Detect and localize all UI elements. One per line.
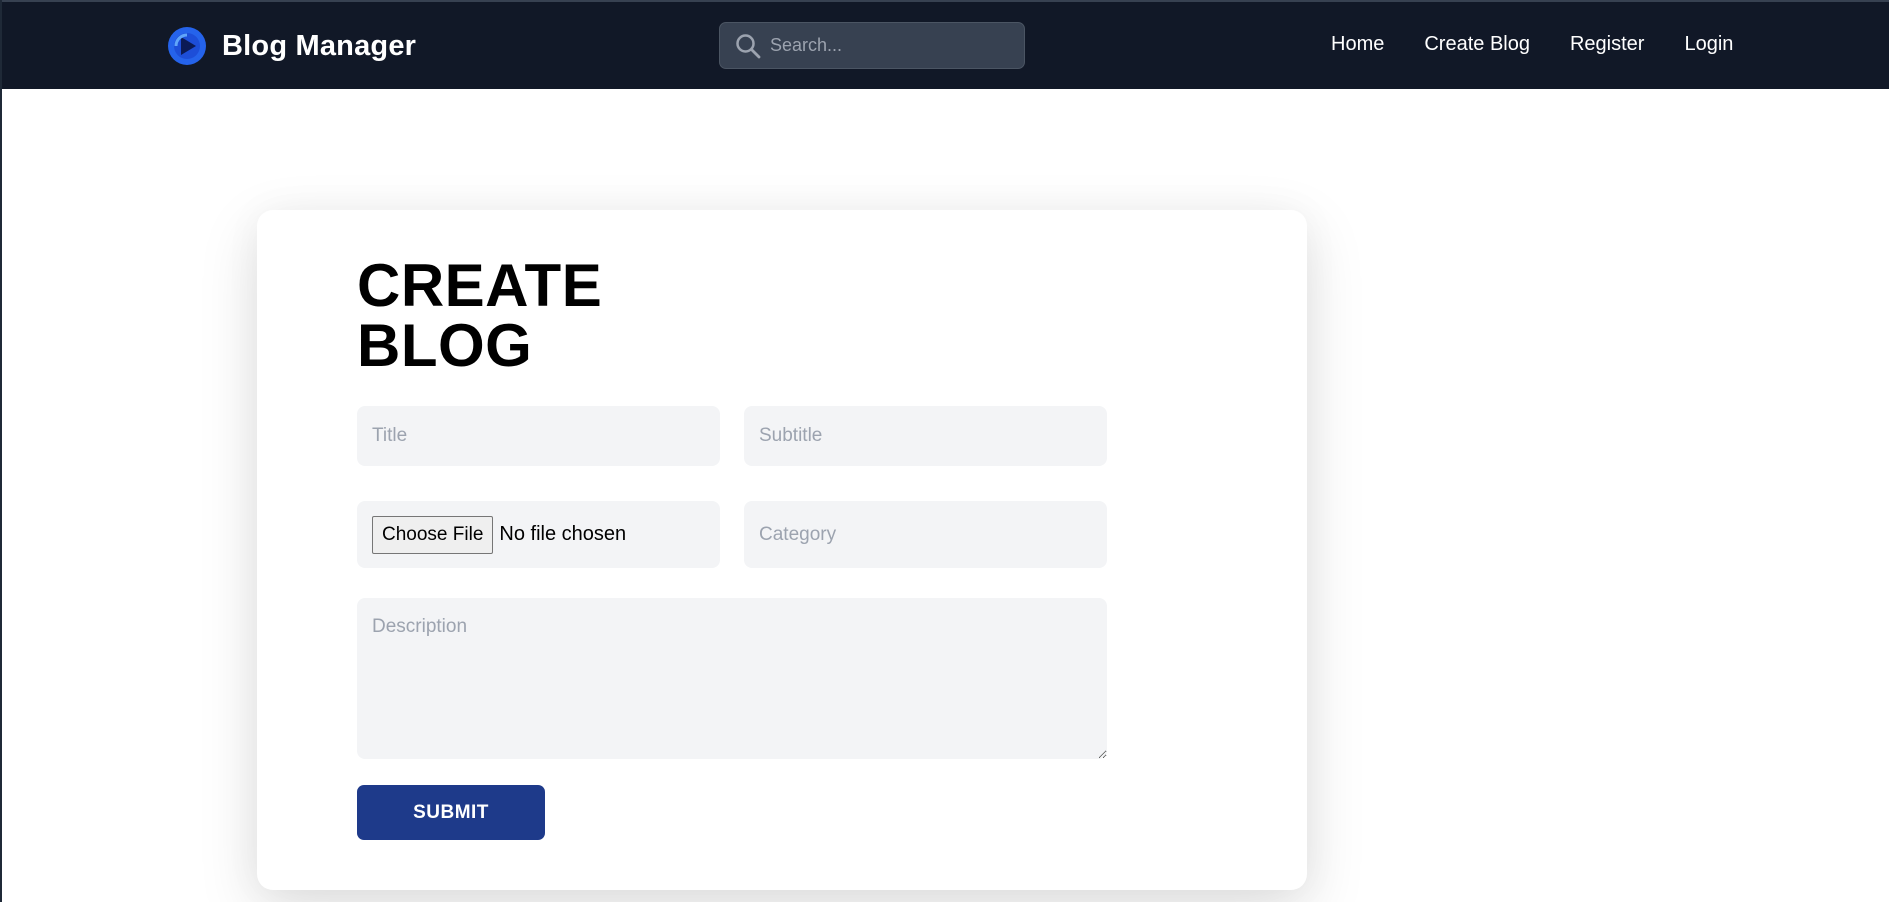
logo-icon (168, 27, 206, 65)
image-file-field: Choose File No file chosen (357, 501, 720, 568)
subtitle-input[interactable] (744, 406, 1107, 466)
choose-file-button[interactable]: Choose File (372, 515, 494, 554)
search-box[interactable] (719, 22, 1025, 69)
brand-link[interactable]: Blog Manager (167, 26, 416, 66)
nav-link-login[interactable]: Login (1684, 33, 1733, 56)
nav-link-home[interactable]: Home (1331, 33, 1384, 56)
nav-link-create-blog[interactable]: Create Blog (1424, 33, 1530, 56)
create-blog-card: CREATE BLOG Choose File No file chosen S… (257, 210, 1307, 890)
file-status-text: No file chosen (499, 523, 627, 545)
top-navbar: Blog Manager Home Create Blog Register L… (0, 0, 1889, 89)
title-input[interactable] (357, 406, 720, 466)
brand-name: Blog Manager (222, 29, 417, 62)
search-input[interactable] (770, 35, 1010, 56)
description-textarea[interactable] (357, 598, 1107, 759)
search-icon (736, 33, 761, 58)
page-title: CREATE BLOG (357, 252, 603, 379)
submit-button[interactable]: SUBMIT (357, 785, 545, 840)
window-border-top (0, 0, 1889, 2)
nav-link-register[interactable]: Register (1570, 33, 1644, 56)
nav-links: Home Create Blog Register Login (1331, 33, 1733, 56)
category-input[interactable] (744, 501, 1107, 568)
window-border-left (0, 0, 2, 902)
